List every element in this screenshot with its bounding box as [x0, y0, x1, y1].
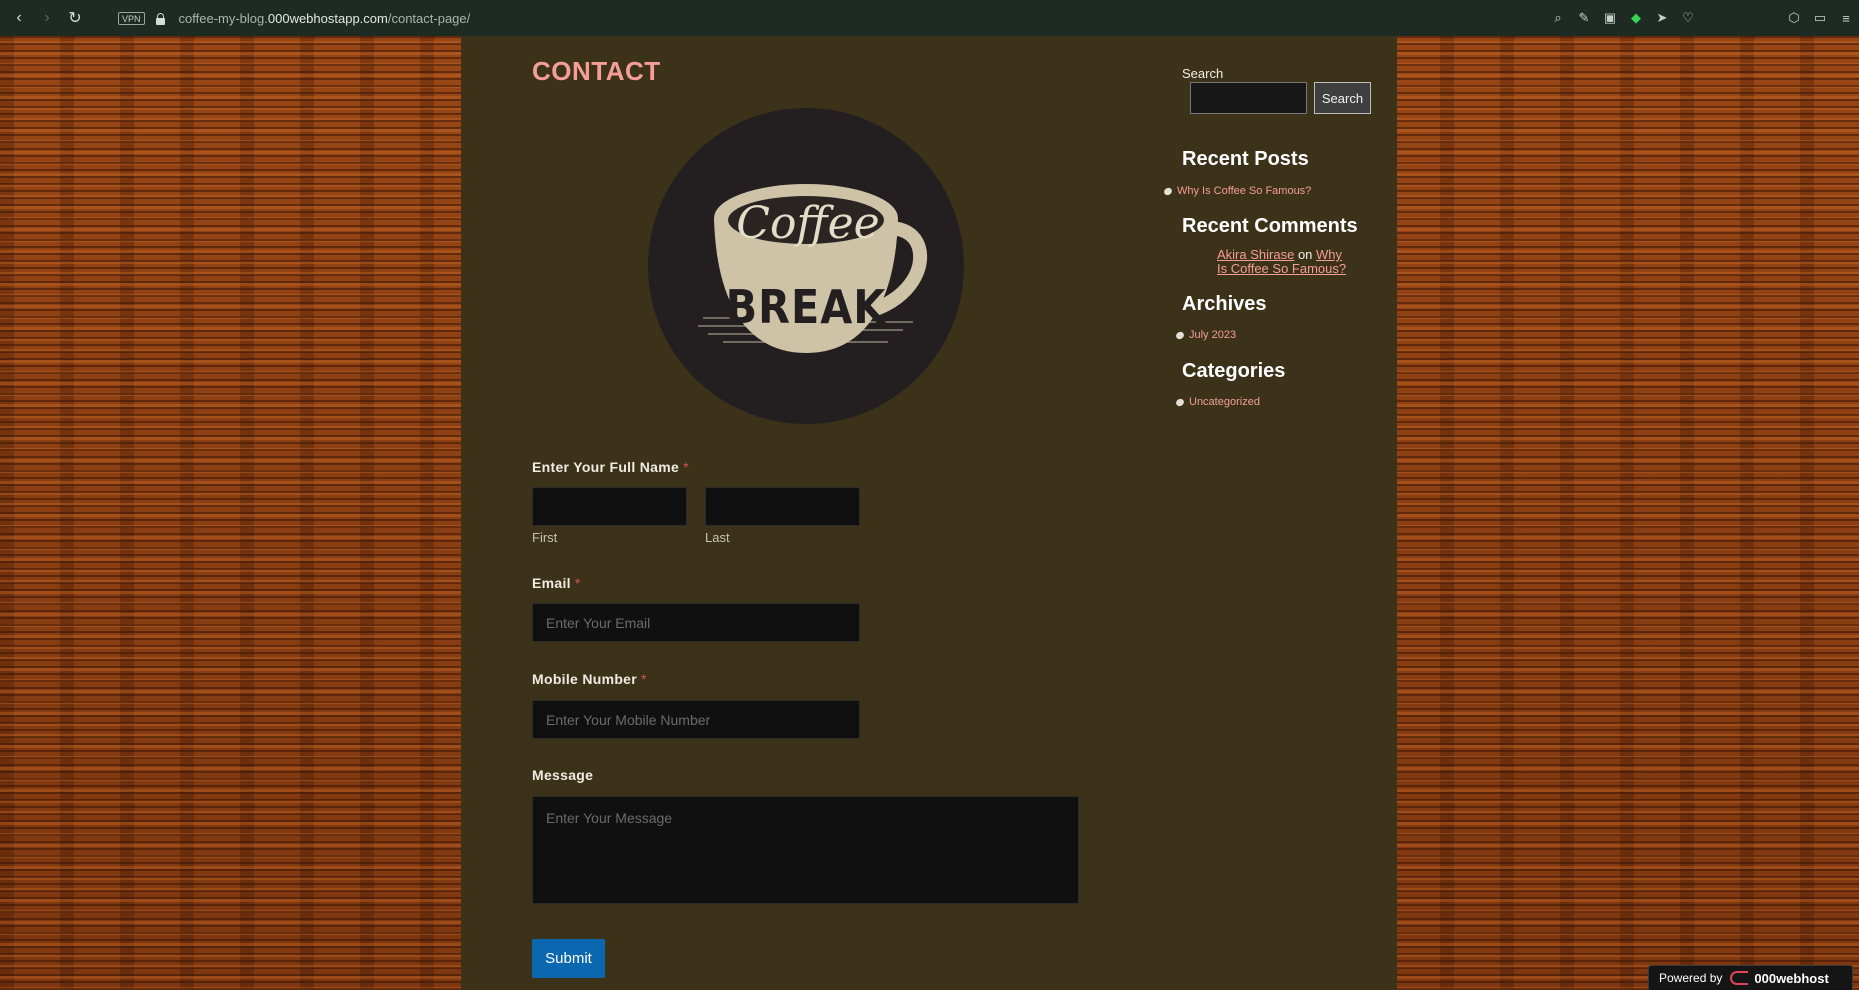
- url-path: /contact-page/: [387, 10, 471, 26]
- recent-post-item[interactable]: Why Is Coffee So Famous?: [1162, 185, 1311, 197]
- email-placeholder: Enter Your Email: [546, 614, 651, 631]
- menu-icon[interactable]: ≡: [1838, 10, 1854, 26]
- categories-heading: Categories: [1182, 360, 1286, 382]
- address-bar[interactable]: coffee-my-blog.000webhostapp.com/contact…: [179, 11, 471, 26]
- browser-toolbar: ‹ › ↻ VPN coffee-my-blog.000webhostapp.c…: [0, 0, 1859, 36]
- search-page-icon[interactable]: ⌕: [1550, 10, 1566, 26]
- required-mark: *: [574, 575, 581, 591]
- url-prefix: coffee-my-blog.: [178, 10, 268, 26]
- archives-heading: Archives: [1182, 293, 1267, 315]
- shield-icon[interactable]: ◆: [1628, 10, 1644, 26]
- heart-icon[interactable]: ♡: [1680, 10, 1696, 26]
- cube-icon[interactable]: ⬡: [1786, 10, 1802, 26]
- category-link[interactable]: Uncategorized: [1189, 396, 1260, 408]
- message-label-text: Message: [532, 767, 594, 783]
- powered-by-text: Powered by: [1659, 971, 1723, 985]
- powered-by-badge[interactable]: Powered by 000webhost: [1648, 965, 1853, 990]
- comment-author-link[interactable]: Akira Shirase: [1217, 247, 1294, 262]
- mobile-label: Mobile Number *: [532, 671, 647, 687]
- archive-link[interactable]: July 2023: [1189, 329, 1236, 341]
- email-label: Email *: [532, 575, 581, 591]
- forward-icon[interactable]: ›: [38, 9, 56, 27]
- edit-icon[interactable]: ✎: [1576, 10, 1592, 26]
- sidebar-search-label: Search: [1182, 66, 1224, 81]
- first-name-field[interactable]: [532, 487, 687, 526]
- message-textarea[interactable]: Enter Your Message: [532, 796, 1079, 904]
- recent-posts-heading: Recent Posts: [1182, 148, 1309, 170]
- sidebar-search-input[interactable]: [1190, 82, 1307, 114]
- required-mark: *: [641, 671, 647, 687]
- last-name-sublabel: Last: [705, 530, 730, 545]
- bullet-icon: [1174, 330, 1186, 340]
- last-name-field[interactable]: [705, 487, 860, 526]
- full-name-label: Enter Your Full Name *: [532, 459, 689, 475]
- reload-icon[interactable]: ↻: [66, 9, 84, 27]
- url-domain: 000webhostapp.com: [267, 10, 388, 26]
- coffee-break-logo-image: Coffee BREAK: [648, 108, 964, 424]
- coffee-break-logo: Coffee BREAK: [648, 108, 964, 424]
- 000webhost-logo-icon: [1730, 971, 1749, 985]
- recent-post-link[interactable]: Why Is Coffee So Famous?: [1177, 185, 1311, 197]
- mobile-label-text: Mobile Number: [532, 671, 638, 687]
- message-label: Message: [532, 767, 593, 783]
- logo-text-top: Coffee: [736, 198, 879, 249]
- required-mark: *: [683, 459, 689, 475]
- bullet-icon: [1174, 397, 1186, 407]
- archive-item[interactable]: July 2023: [1174, 329, 1236, 341]
- category-item[interactable]: Uncategorized: [1174, 396, 1260, 408]
- first-name-sublabel: First: [532, 530, 558, 545]
- recent-comment-item: Akira Shirase on Why Is Coffee So Famous…: [1217, 248, 1352, 276]
- powered-by-brand: 000webhost: [1754, 970, 1829, 986]
- page-content: CONTACT Coffee BREAK Enter Your Full Nam…: [461, 36, 1397, 990]
- comment-on-text: on: [1297, 247, 1313, 262]
- browser-toolbar-right: ⌕ ✎ ▣ ◆ ➤ ♡ ⬡ ▭ ≡: [1545, 0, 1859, 36]
- email-label-text: Email: [532, 575, 571, 591]
- battery-icon[interactable]: ▭: [1812, 10, 1828, 26]
- vpn-badge[interactable]: VPN: [118, 11, 145, 25]
- mobile-placeholder: Enter Your Mobile Number: [546, 711, 711, 728]
- lock-icon[interactable]: [155, 12, 165, 25]
- submit-button[interactable]: Submit: [532, 939, 605, 978]
- bullet-icon: [1162, 186, 1174, 196]
- sidebar-search-button[interactable]: Search: [1314, 82, 1371, 114]
- email-field[interactable]: Enter Your Email: [532, 603, 860, 642]
- logo-text-bottom: BREAK: [726, 280, 888, 334]
- full-name-label-text: Enter Your Full Name: [532, 459, 680, 475]
- camera-icon[interactable]: ▣: [1602, 10, 1618, 26]
- mobile-number-field[interactable]: Enter Your Mobile Number: [532, 700, 860, 739]
- page-title: CONTACT: [532, 56, 661, 86]
- recent-comments-heading: Recent Comments: [1182, 215, 1358, 237]
- back-icon[interactable]: ‹: [10, 9, 28, 27]
- send-icon[interactable]: ➤: [1654, 10, 1670, 26]
- message-placeholder: Enter Your Message: [546, 810, 673, 826]
